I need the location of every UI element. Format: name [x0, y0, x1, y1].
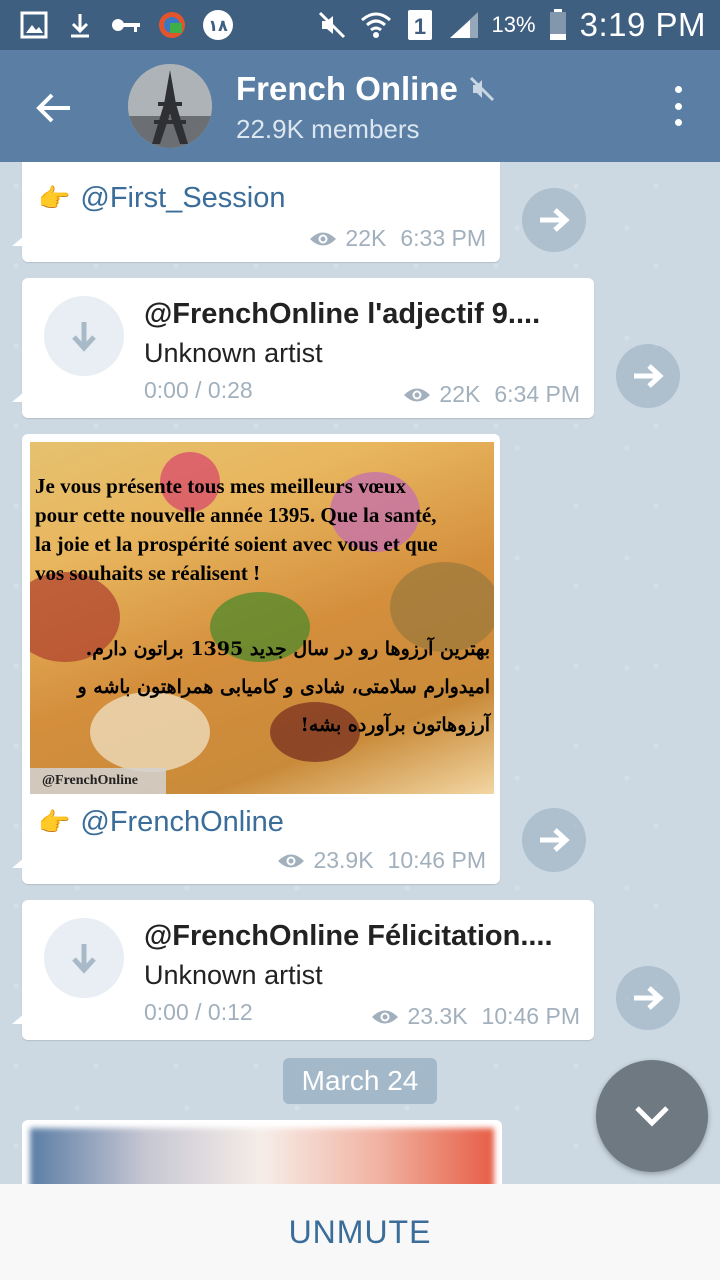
vpn-icon: [156, 9, 188, 41]
share-button[interactable]: [522, 188, 586, 252]
more-menu-button[interactable]: [666, 86, 690, 126]
arrow-down-icon: [72, 944, 96, 974]
dot-icon: [674, 119, 682, 126]
message-time: 10:46 PM: [387, 847, 486, 873]
sim-icon: 1: [404, 9, 436, 41]
pointing-hand-icon: 👉: [38, 183, 71, 213]
download-audio-button[interactable]: [44, 296, 124, 376]
chat-header: French Online 22.9K members: [0, 50, 720, 162]
wifi-icon: [360, 9, 392, 41]
pointing-hand-icon: 👉: [38, 807, 71, 837]
view-count: 23.9K: [313, 847, 374, 873]
views-eye-icon: [278, 854, 305, 867]
muted-speaker-icon: [469, 76, 494, 102]
photo[interactable]: [30, 1128, 494, 1184]
audio-artist: Unknown artist: [144, 960, 323, 990]
photo-caption-fr: Je vous présente tous mes meilleurs vœux…: [35, 474, 438, 585]
dot-icon: [674, 86, 682, 93]
arrow-down-icon: [72, 322, 96, 352]
gallery-icon: [18, 9, 50, 41]
share-button[interactable]: [522, 808, 586, 872]
mention-link[interactable]: @FrenchOnline: [80, 806, 284, 839]
channel-avatar[interactable]: [128, 64, 212, 148]
arrow-right-icon: [540, 828, 570, 852]
share-button[interactable]: [616, 344, 680, 408]
dot-icon: [674, 102, 682, 110]
message-meta: 22K 6:34 PM: [403, 381, 580, 408]
view-count: 22K: [345, 225, 387, 251]
download-audio-button[interactable]: [44, 918, 124, 998]
channel-name: French Online: [236, 70, 458, 107]
download-icon: [64, 9, 96, 41]
photo-watermark: @FrenchOnline: [30, 768, 166, 794]
chevron-down-icon: [635, 1106, 669, 1127]
view-count: 22K: [439, 381, 481, 407]
arrow-right-icon: [540, 208, 570, 232]
view-count: 23.3K: [407, 1003, 468, 1029]
status-bar: ۱۸ 1 13% 3:19 PM: [0, 0, 720, 50]
message-list[interactable]: 👉 @First_Session 22K 6:33 PM @FrenchOnli…: [0, 162, 720, 1184]
message-audio[interactable]: @FrenchOnline l'adjectif 9.... Unknown a…: [12, 278, 594, 418]
battery-icon: [548, 9, 568, 41]
arrow-right-icon: [634, 364, 664, 388]
mention-link[interactable]: @First_Session: [80, 182, 285, 215]
message-audio[interactable]: @FrenchOnline Félicitation.... Unknown a…: [12, 900, 594, 1040]
back-button[interactable]: [30, 84, 78, 132]
bottom-bar: UNMUTE: [0, 1184, 720, 1280]
clock: 3:19 PM: [579, 6, 706, 43]
message-time: 6:34 PM: [494, 381, 580, 407]
channel-title[interactable]: French Online: [236, 70, 496, 108]
message-link[interactable]: 👉 @First_Session 22K 6:33 PM: [12, 162, 500, 262]
message-meta: 23.3K 10:46 PM: [371, 1003, 580, 1030]
audio-title: @FrenchOnline l'adjectif 9....: [144, 298, 541, 330]
mute-icon: [316, 9, 348, 41]
signal-icon: [448, 9, 480, 41]
arrow-left-icon: [36, 93, 70, 123]
persian-18-icon: ۱۸: [202, 9, 234, 41]
message-photo[interactable]: Je vous présente tous mes meilleurs vœux…: [12, 434, 500, 884]
message-meta: 23.9K 10:46 PM: [277, 847, 486, 874]
views-eye-icon: [372, 1010, 399, 1023]
photo[interactable]: Je vous présente tous mes meilleurs vœux…: [30, 442, 494, 794]
arrow-right-icon: [634, 986, 664, 1010]
views-eye-icon: [310, 232, 337, 245]
scroll-to-bottom-button[interactable]: [596, 1060, 708, 1172]
audio-duration: 0:00 / 0:12: [144, 999, 253, 1025]
unmute-button[interactable]: UNMUTE: [289, 1214, 432, 1251]
photo-caption-fa: بهترین آرزوها رو در سال جدید 1395 براتون…: [77, 638, 490, 736]
views-eye-icon: [404, 388, 431, 401]
battery-percent: 13%: [491, 12, 536, 37]
svg-text:۱۸: ۱۸: [208, 16, 228, 35]
message-time: 10:46 PM: [481, 1003, 580, 1029]
share-button[interactable]: [616, 966, 680, 1030]
audio-title: @FrenchOnline Félicitation....: [144, 920, 553, 952]
audio-duration: 0:00 / 0:28: [144, 377, 253, 403]
audio-artist: Unknown artist: [144, 338, 323, 368]
date-separator: March 24: [283, 1058, 437, 1104]
message-meta: 22K 6:33 PM: [309, 225, 486, 252]
message-photo-partial[interactable]: [22, 1120, 502, 1184]
key-icon: [110, 9, 142, 41]
member-count: 22.9K members: [236, 114, 420, 144]
sim-slot-number: 1: [413, 14, 425, 39]
message-time: 6:33 PM: [400, 225, 486, 251]
